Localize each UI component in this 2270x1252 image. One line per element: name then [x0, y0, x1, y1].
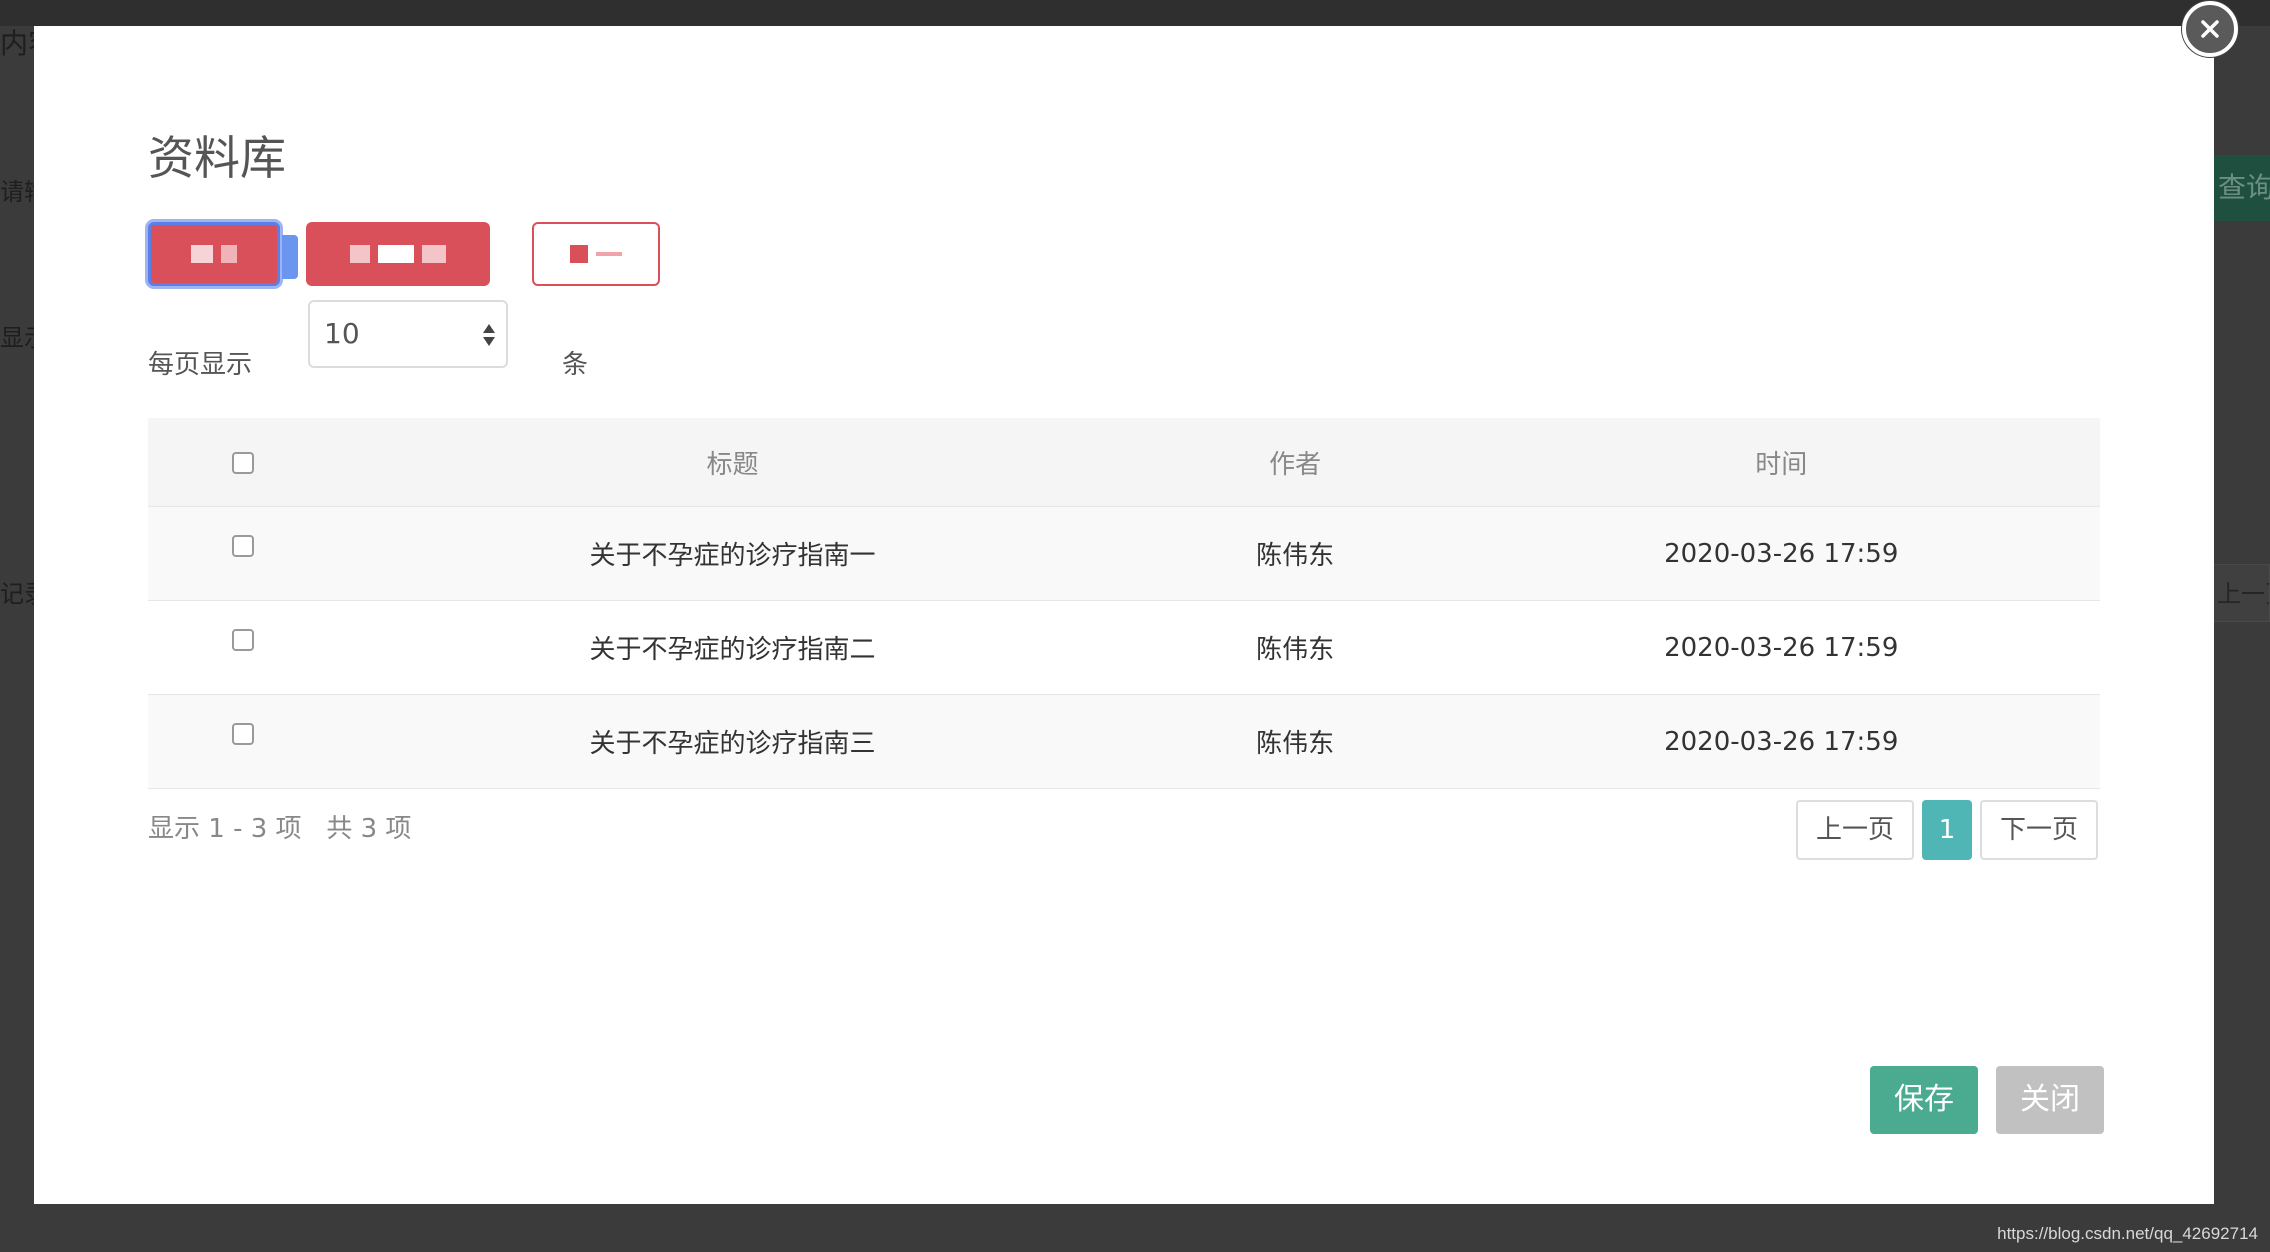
save-button[interactable]: 保存 [1870, 1066, 1978, 1134]
page-1-button[interactable]: 1 [1921, 800, 1972, 860]
next-page-button[interactable]: 下一页 [1979, 800, 2098, 860]
background-top-bar [0, 0, 2270, 26]
pixelated-label [570, 245, 588, 263]
library-modal: 资料库 每页显示 10 条 标题 作者 时间 关于不孕症的诊疗指南一 陈伟东 2… [34, 26, 2214, 1204]
pixelated-label [596, 252, 622, 256]
row-checkbox[interactable] [231, 723, 254, 745]
page-size-label: 每页显示 [148, 350, 253, 380]
modal-close-button[interactable] [2182, 1, 2238, 57]
toolbar-button-1[interactable] [148, 222, 280, 286]
page-size-value: 10 [324, 317, 360, 350]
cell-time: 2020-03-26 17:59 [1462, 694, 2100, 789]
header-title[interactable]: 标题 [337, 418, 1128, 507]
table-row[interactable]: 关于不孕症的诊疗指南二 陈伟东 2020-03-26 17:59 [148, 600, 2100, 695]
documents-table: 标题 作者 时间 关于不孕症的诊疗指南一 陈伟东 2020-03-26 17:5… [148, 418, 2100, 789]
watermark: https://blog.csdn.net/qq_42692714 [1997, 1224, 2258, 1243]
page-size-select[interactable]: 10 [308, 300, 508, 368]
table-row[interactable]: 关于不孕症的诊疗指南一 陈伟东 2020-03-26 17:59 [148, 506, 2100, 601]
cell-author: 陈伟东 [1127, 506, 1463, 601]
row-checkbox[interactable] [231, 629, 254, 651]
select-all-checkbox[interactable] [231, 451, 254, 474]
close-icon [2201, 20, 2219, 38]
table-header-row: 标题 作者 时间 [148, 418, 2100, 507]
record-info: 显示 1 - 3 项 共 3 项 [148, 814, 412, 844]
cell-author: 陈伟东 [1127, 694, 1463, 789]
cell-title: 关于不孕症的诊疗指南三 [337, 694, 1128, 789]
pixelated-label [422, 245, 446, 263]
table-row[interactable]: 关于不孕症的诊疗指南三 陈伟东 2020-03-26 17:59 [148, 694, 2100, 789]
select-arrows-icon [483, 324, 495, 346]
row-select-cell [148, 694, 338, 789]
row-select-cell [148, 506, 338, 601]
cell-author: 陈伟东 [1127, 600, 1463, 695]
pixelated-label [191, 245, 213, 263]
toolbar-button-1-focus-edge [282, 235, 298, 279]
pixelated-label [221, 245, 237, 263]
header-time[interactable]: 时间 [1462, 418, 2100, 507]
cell-title: 关于不孕症的诊疗指南二 [337, 600, 1128, 695]
page-size-suffix: 条 [562, 350, 589, 380]
cell-time: 2020-03-26 17:59 [1462, 600, 2100, 695]
pixelated-label [378, 245, 414, 263]
header-select-cell [148, 418, 338, 507]
cell-title: 关于不孕症的诊疗指南一 [337, 506, 1128, 601]
cell-time: 2020-03-26 17:59 [1462, 506, 2100, 601]
header-author[interactable]: 作者 [1127, 418, 1463, 507]
background-query-button: 查询 [2210, 155, 2270, 221]
close-button[interactable]: 关闭 [1996, 1066, 2104, 1134]
prev-page-button[interactable]: 上一页 [1795, 800, 1914, 860]
row-select-cell [148, 600, 338, 695]
pixelated-label [350, 245, 370, 263]
modal-title: 资料库 [148, 131, 286, 185]
pagination: 上一页 1 下一页 [1795, 800, 2098, 860]
toolbar-button-3[interactable] [532, 222, 660, 286]
toolbar-button-2[interactable] [306, 222, 490, 286]
row-checkbox[interactable] [231, 535, 254, 557]
background-prev-button: 上一页 [2210, 564, 2270, 622]
